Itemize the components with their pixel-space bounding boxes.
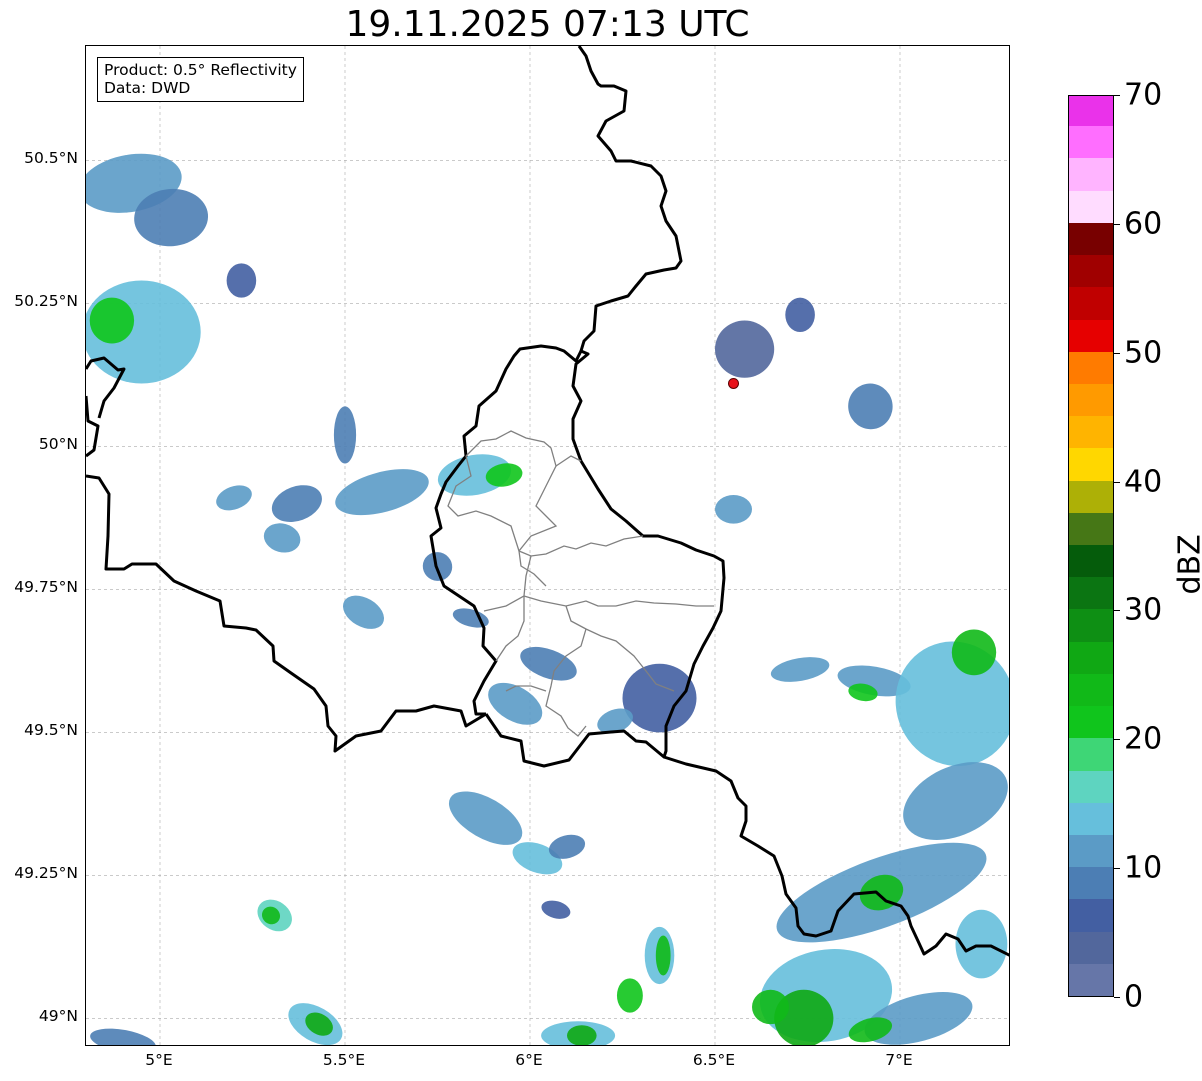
colorbar-tick-label: 60 bbox=[1124, 206, 1163, 242]
precip-cell bbox=[488, 682, 543, 725]
precip-cell bbox=[785, 297, 815, 332]
precip-cell bbox=[955, 909, 1008, 979]
colorbar-segment bbox=[1069, 286, 1113, 320]
precipitation-layer bbox=[86, 153, 1009, 1045]
colorbar-tick-label: 0 bbox=[1124, 979, 1144, 1015]
radar-map bbox=[85, 45, 1010, 1046]
precip-cell bbox=[89, 297, 135, 344]
colorbar-segment bbox=[1069, 254, 1113, 288]
lat-tick-label: 49°N bbox=[38, 1007, 78, 1026]
colorbar-segment bbox=[1069, 770, 1113, 803]
colorbar-segment bbox=[1069, 834, 1113, 868]
lon-tick-label: 7°E bbox=[885, 1051, 913, 1069]
colorbar-segment bbox=[1069, 383, 1113, 417]
colorbar-segment bbox=[1069, 447, 1113, 481]
colorbar-segment bbox=[1069, 351, 1113, 384]
colorbar-segment bbox=[1069, 576, 1113, 610]
lat-tick-label: 50.25°N bbox=[14, 292, 78, 311]
lat-tick-label: 49.5°N bbox=[24, 721, 78, 740]
lat-tick-label: 50°N bbox=[38, 435, 78, 454]
colorbar-segment bbox=[1069, 641, 1113, 674]
precip-cell bbox=[216, 485, 252, 511]
precip-cell bbox=[715, 320, 775, 378]
colorbar-segment bbox=[1069, 480, 1113, 513]
colorbar-segment bbox=[1069, 157, 1113, 191]
colorbar-tick bbox=[1114, 868, 1120, 870]
lon-tick-label: 5.5°E bbox=[322, 1051, 366, 1069]
precip-cell bbox=[616, 978, 643, 1013]
precip-cell bbox=[951, 629, 997, 676]
colorbar-segment bbox=[1069, 544, 1113, 578]
precip-cell bbox=[333, 406, 357, 464]
precip-cell bbox=[90, 1028, 156, 1045]
colorbar-segment bbox=[1069, 802, 1113, 835]
precip-cell bbox=[567, 1025, 597, 1045]
colorbar-segment bbox=[1069, 415, 1113, 449]
colorbar-tick-label: 10 bbox=[1124, 850, 1163, 886]
colorbar-segment bbox=[1069, 737, 1113, 771]
colorbar-tick bbox=[1114, 739, 1120, 741]
precip-cell bbox=[848, 383, 893, 430]
colorbar-unit-label: dBZ bbox=[1172, 534, 1202, 595]
precip-cell bbox=[335, 469, 429, 516]
lat-tick-label: 50.5°N bbox=[24, 149, 78, 168]
border-germany-belgium bbox=[86, 46, 681, 476]
colorbar-segment bbox=[1069, 898, 1113, 932]
colorbar-segment bbox=[1069, 866, 1113, 900]
colorbar-tick-label: 30 bbox=[1124, 592, 1163, 628]
lat-tick-label: 49.25°N bbox=[14, 864, 78, 883]
colorbar-tick-label: 40 bbox=[1124, 464, 1163, 500]
precip-cell bbox=[226, 263, 257, 298]
data-source-label: Data: DWD bbox=[104, 79, 191, 97]
colorbar-tick-label: 70 bbox=[1124, 77, 1163, 113]
colorbar-segment bbox=[1069, 222, 1113, 256]
colorbar-tick bbox=[1114, 352, 1120, 354]
precip-cell bbox=[770, 657, 830, 682]
lat-tick-label: 49.75°N bbox=[14, 578, 78, 597]
colorbar-tick-label: 50 bbox=[1124, 335, 1163, 371]
precip-cell bbox=[715, 495, 752, 524]
precip-cell bbox=[655, 935, 671, 976]
precip-cell bbox=[520, 646, 577, 681]
map-title: 19.11.2025 07:13 UTC bbox=[345, 4, 750, 45]
colorbar-segment bbox=[1069, 608, 1113, 642]
precip-cell bbox=[263, 523, 301, 553]
lon-tick-label: 5°E bbox=[145, 1051, 173, 1069]
colorbar-segment bbox=[1069, 319, 1113, 352]
colorbar-segment bbox=[1069, 963, 1113, 996]
precip-cell bbox=[752, 989, 789, 1025]
radar-site-marker bbox=[728, 377, 739, 389]
colorbar-segment bbox=[1069, 96, 1113, 127]
colorbar-tick bbox=[1114, 610, 1120, 612]
product-label: Product: 0.5° Reflectivity bbox=[104, 61, 297, 79]
colorbar-tick bbox=[1114, 481, 1120, 483]
product-info-box: Product: 0.5° Reflectivity Data: DWD bbox=[97, 57, 304, 102]
precip-cell bbox=[271, 485, 322, 522]
map-canvas bbox=[86, 46, 1009, 1045]
colorbar-segment bbox=[1069, 512, 1113, 545]
colorbar-tick bbox=[1114, 997, 1120, 998]
precip-cell bbox=[622, 663, 697, 733]
colorbar-segment bbox=[1069, 673, 1113, 707]
colorbar-segment bbox=[1069, 190, 1113, 223]
lon-tick-label: 6.5°E bbox=[692, 1051, 736, 1069]
colorbar-tick-label: 20 bbox=[1124, 721, 1163, 757]
colorbar-tick bbox=[1114, 223, 1120, 225]
reflectivity-colorbar bbox=[1068, 95, 1114, 997]
precip-cell bbox=[541, 900, 571, 919]
colorbar-tick bbox=[1114, 95, 1120, 96]
colorbar-segment bbox=[1069, 125, 1113, 159]
precip-cell bbox=[448, 791, 523, 845]
lon-tick-label: 6°E bbox=[515, 1051, 543, 1069]
colorbar-segment bbox=[1069, 705, 1113, 739]
colorbar-segment bbox=[1069, 931, 1113, 964]
